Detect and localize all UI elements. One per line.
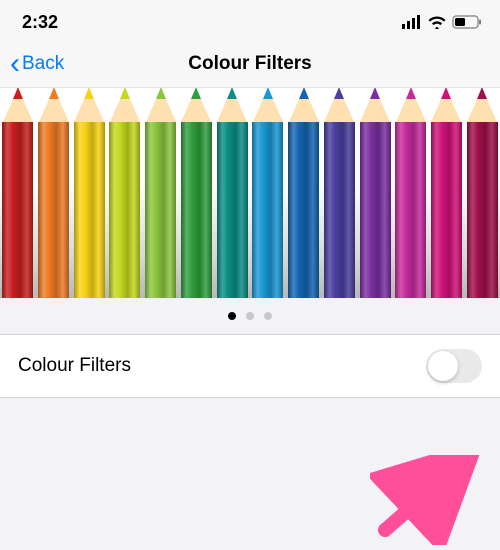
- pencil: [36, 88, 72, 298]
- page-indicator[interactable]: [0, 298, 500, 334]
- setting-label: Colour Filters: [18, 355, 131, 377]
- nav-bar: ‹ Back Colour Filters: [0, 40, 500, 88]
- pencil: [214, 88, 250, 298]
- pencil: [250, 88, 286, 298]
- pencil: [429, 88, 465, 298]
- page-dot[interactable]: [228, 312, 236, 320]
- pencil: [357, 88, 393, 298]
- battery-icon: [452, 15, 482, 29]
- pencil: [464, 88, 500, 298]
- cellular-icon: [402, 15, 422, 29]
- page-title: Colour Filters: [188, 53, 312, 75]
- page-dot[interactable]: [246, 312, 254, 320]
- pencil: [179, 88, 215, 298]
- pencil: [286, 88, 322, 298]
- pencil: [393, 88, 429, 298]
- status-icons: [402, 15, 482, 29]
- pencil: [107, 88, 143, 298]
- back-button[interactable]: ‹ Back: [0, 49, 64, 79]
- status-time: 2:32: [22, 12, 58, 33]
- chevron-left-icon: ‹: [10, 49, 20, 79]
- wifi-icon: [427, 15, 447, 29]
- page-dot[interactable]: [264, 312, 272, 320]
- colour-filters-toggle[interactable]: [426, 349, 482, 383]
- pointer-arrow-icon: [370, 455, 480, 545]
- pencil: [143, 88, 179, 298]
- pencil-preview[interactable]: [0, 88, 500, 298]
- colour-filters-row: Colour Filters: [0, 334, 500, 398]
- pencil: [71, 88, 107, 298]
- status-bar: 2:32: [0, 0, 500, 40]
- pencil: [321, 88, 357, 298]
- back-label: Back: [22, 53, 64, 75]
- pencil: [0, 88, 36, 298]
- toggle-knob: [428, 351, 458, 381]
